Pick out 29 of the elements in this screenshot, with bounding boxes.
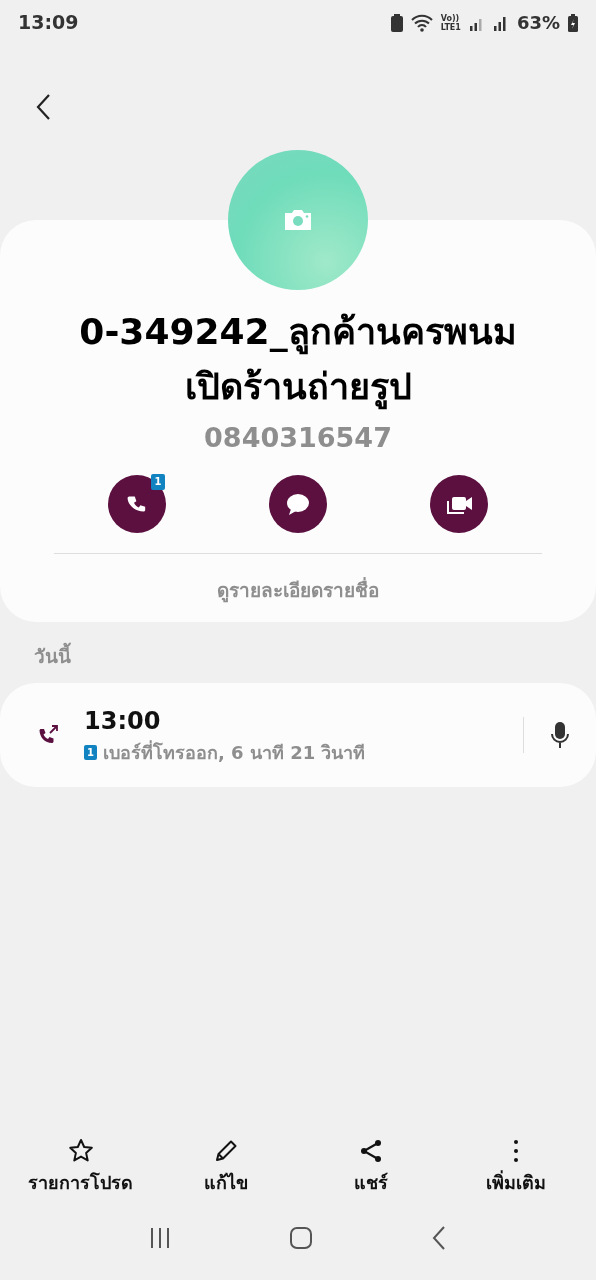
signal-icon bbox=[492, 14, 509, 31]
contact-name: เปิดร้านถ่ายรูป bbox=[54, 359, 542, 414]
call-detail: เบอร์ที่โทรออก, 6 นาที 21 วินาที bbox=[103, 739, 366, 765]
status-time: 13:09 bbox=[18, 10, 79, 36]
share-button[interactable]: แชร์ bbox=[305, 1137, 436, 1196]
section-header: วันนี้ bbox=[34, 642, 596, 671]
call-time: 13:00 bbox=[84, 706, 162, 737]
recent-apps-button[interactable] bbox=[149, 1227, 171, 1249]
sim-badge: 1 bbox=[151, 473, 165, 490]
call-log-item[interactable]: 13:00 1 เบอร์ที่โทรออก, 6 นาที 21 วินาที bbox=[0, 682, 596, 787]
favorite-button[interactable]: รายการโปรด bbox=[15, 1137, 146, 1196]
video-button[interactable] bbox=[430, 474, 488, 533]
back-nav-button[interactable] bbox=[431, 1225, 447, 1251]
camera-icon bbox=[283, 208, 313, 232]
wifi-icon bbox=[410, 13, 433, 32]
edit-button[interactable]: แก้ไข bbox=[160, 1137, 291, 1196]
battery-saver-icon bbox=[390, 13, 403, 32]
home-button[interactable] bbox=[289, 1226, 313, 1250]
contact-name: 0-349242_ลูกค้านครพนม bbox=[54, 304, 542, 359]
more-options-icon bbox=[512, 1139, 519, 1163]
call-button[interactable]: 1 bbox=[108, 474, 166, 533]
sim-badge: 1 bbox=[84, 745, 97, 760]
message-button[interactable] bbox=[269, 474, 327, 533]
network-label: Vo)) LTE1 bbox=[440, 13, 461, 32]
battery-percent: 63% bbox=[516, 11, 560, 35]
more-button[interactable]: เพิ่มเติม bbox=[450, 1137, 581, 1196]
phone-number: 0840316547 bbox=[203, 421, 393, 455]
battery-charging-icon bbox=[568, 13, 578, 32]
microphone-icon[interactable] bbox=[550, 720, 570, 749]
